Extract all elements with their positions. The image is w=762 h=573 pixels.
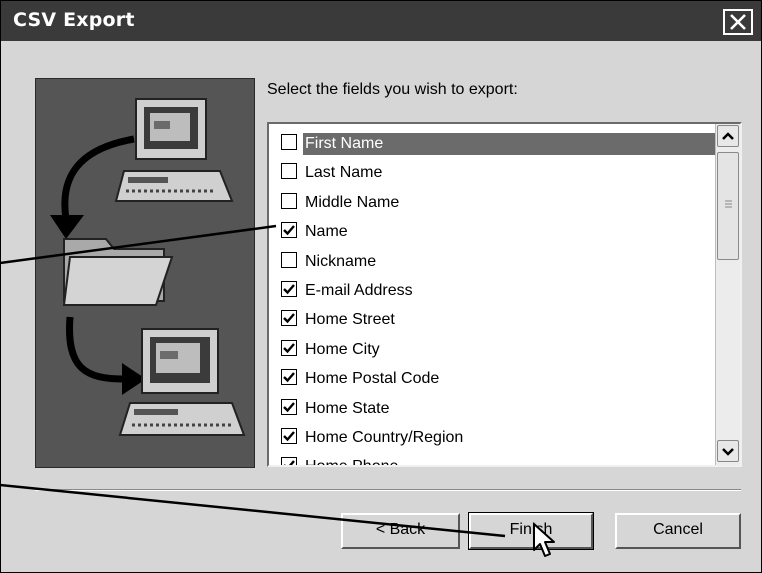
field-item[interactable]: Home Street	[269, 305, 715, 334]
field-label: Home Street	[305, 311, 395, 329]
field-checkbox[interactable]	[281, 369, 297, 386]
fields-listbox[interactable]: First Name Last Name Middle Name Name Nickna…	[267, 122, 742, 467]
checkmark-icon	[284, 460, 295, 465]
scroll-up-button[interactable]	[717, 125, 739, 147]
field-checkbox[interactable]	[281, 427, 297, 444]
export-illustration	[35, 78, 255, 468]
field-item[interactable]: Name	[269, 217, 715, 246]
chevron-down-icon	[722, 448, 734, 456]
field-checkbox[interactable]	[281, 280, 297, 297]
cancel-button[interactable]: Cancel	[615, 513, 741, 549]
field-checkbox[interactable]	[281, 134, 297, 150]
field-checkbox[interactable]	[281, 339, 297, 356]
chevron-up-icon	[722, 132, 734, 140]
back-button[interactable]: < Back	[341, 513, 460, 549]
mouse-pointer-icon	[533, 523, 555, 557]
field-label: Home City	[305, 340, 380, 358]
field-item[interactable]: Middle Name	[269, 188, 715, 217]
checkmark-icon	[283, 225, 295, 236]
separator	[35, 489, 741, 491]
title-bar[interactable]: CSV Export	[1, 1, 761, 41]
close-icon	[730, 14, 746, 30]
grip-icon	[725, 200, 732, 208]
field-checkbox[interactable]	[281, 251, 297, 268]
field-item[interactable]: Home Country/Region	[269, 423, 715, 452]
checkmark-icon	[283, 372, 295, 383]
field-label: E-mail Address	[305, 281, 413, 299]
scroll-thumb[interactable]	[717, 152, 739, 260]
field-label: Home Phone	[305, 458, 399, 467]
csv-export-dialog: CSV Export Select the fields you wish to…	[0, 0, 762, 573]
field-item[interactable]: Nickname	[269, 247, 715, 276]
field-label: Name	[305, 223, 348, 241]
window-title: CSV Export	[13, 9, 135, 31]
field-checkbox[interactable]	[281, 457, 297, 465]
field-item[interactable]: E-mail Address	[269, 276, 715, 305]
field-label: Home State	[305, 399, 390, 417]
checkmark-icon	[283, 401, 295, 412]
field-checkbox[interactable]	[281, 398, 297, 415]
field-checkbox[interactable]	[281, 192, 297, 209]
field-label: First Name	[303, 133, 715, 155]
field-item[interactable]: Home Phone	[269, 452, 715, 465]
field-checkbox[interactable]	[281, 222, 297, 239]
close-button[interactable]	[723, 9, 753, 35]
field-label: Middle Name	[305, 193, 400, 211]
finish-button[interactable]: Finish	[468, 512, 594, 550]
field-item[interactable]: First Name	[269, 129, 715, 158]
field-label: Last Name	[305, 164, 383, 182]
field-item[interactable]: Home State	[269, 394, 715, 423]
checkmark-icon	[283, 284, 295, 295]
field-checkbox[interactable]	[281, 163, 297, 180]
field-label: Home Postal Code	[305, 370, 440, 388]
field-item[interactable]: Home Postal Code	[269, 364, 715, 393]
checkmark-icon	[283, 431, 295, 442]
fields-list: First Name Last Name Middle Name Name Nickna…	[269, 129, 715, 465]
folder-icon	[62, 238, 174, 306]
field-item[interactable]: Home City	[269, 335, 715, 364]
export-prompt: Select the fields you wish to export:	[267, 81, 518, 98]
field-label: Nickname	[305, 252, 377, 270]
checkmark-icon	[283, 342, 295, 353]
checkmark-icon	[283, 313, 295, 324]
field-label: Home Country/Region	[305, 428, 464, 446]
field-item[interactable]: Last Name	[269, 158, 715, 187]
field-checkbox[interactable]	[281, 310, 297, 327]
scroll-down-button[interactable]	[717, 440, 739, 462]
computer-icon	[114, 98, 234, 202]
vertical-scrollbar[interactable]	[715, 124, 740, 465]
